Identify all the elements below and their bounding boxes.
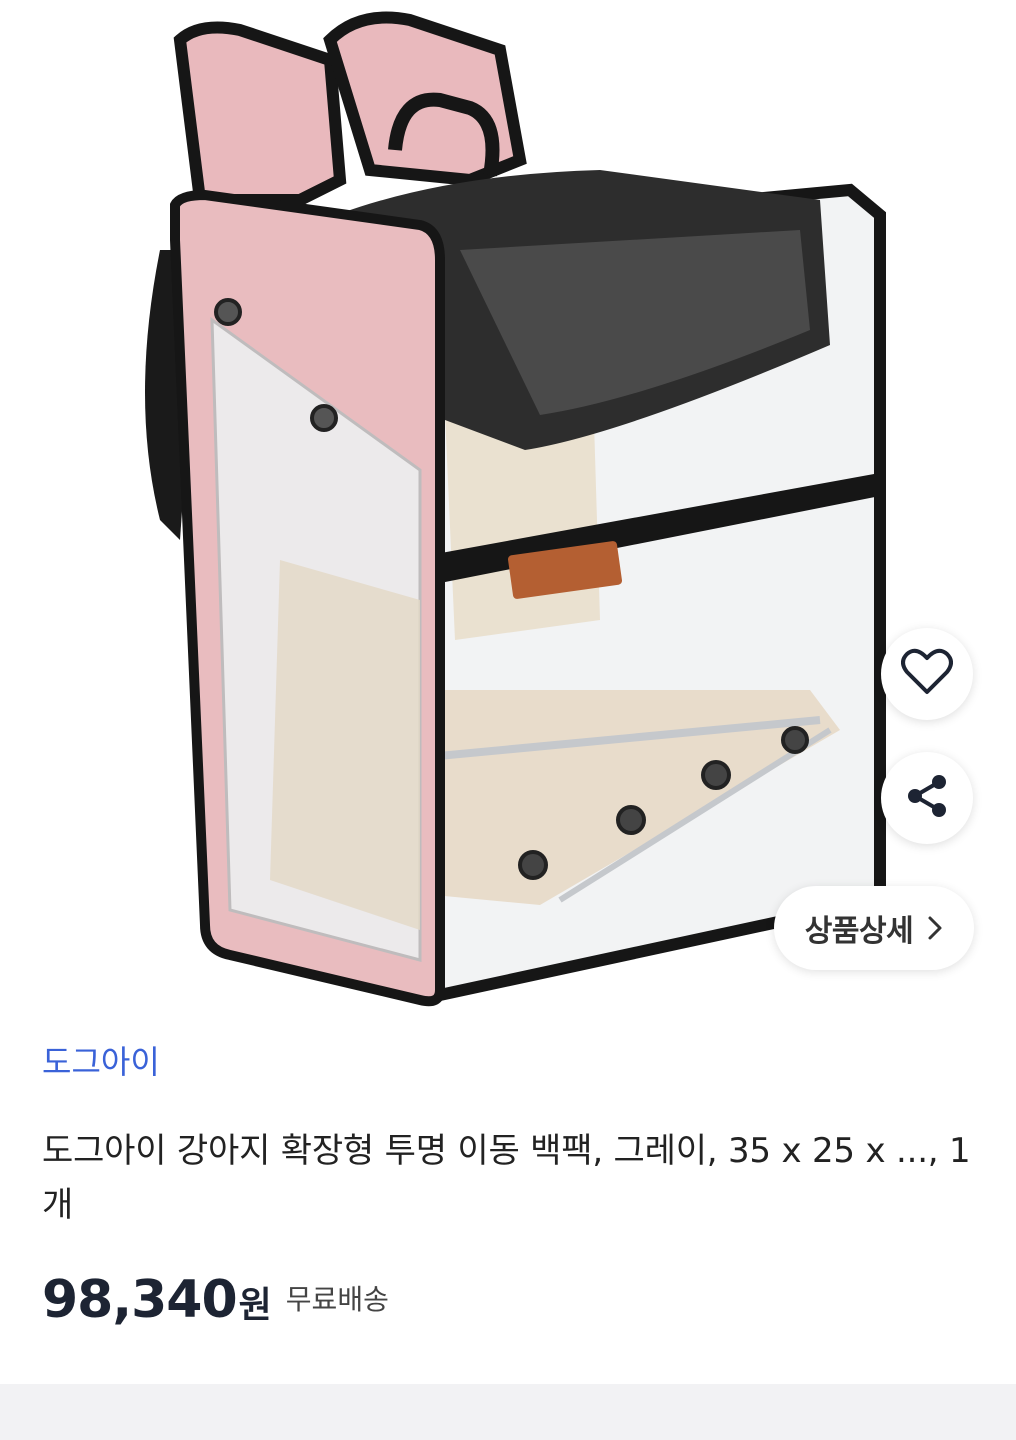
product-title: 도그아이 강아지 확장형 투명 이동 백팩, 그레이, 35 x 25 x ..…	[42, 1131, 971, 1225]
share-button[interactable]	[881, 752, 973, 844]
share-icon	[903, 772, 951, 824]
wishlist-button[interactable]	[881, 628, 973, 720]
chevron-right-icon	[927, 915, 943, 941]
pet-backpack-illustration	[145, 11, 886, 1007]
product-info: 도그아이 도그아이 강아지 확장형 투명 이동 백팩, 그레이, 35 x 25…	[42, 1040, 982, 1232]
section-divider	[0, 1384, 1016, 1440]
product-image[interactable]	[0, 0, 1016, 1010]
heart-icon	[901, 648, 953, 700]
shipping-badge: 무료배송	[285, 1283, 389, 1316]
brand-link[interactable]: 도그아이	[42, 1040, 982, 1084]
product-detail-label: 상품상세	[804, 914, 914, 949]
price-row: 98,340 원 무료배송	[42, 1268, 389, 1338]
price-amount: 98,340	[42, 1270, 238, 1330]
product-detail-button[interactable]: 상품상세	[774, 886, 974, 970]
price-currency: 원	[238, 1285, 272, 1326]
